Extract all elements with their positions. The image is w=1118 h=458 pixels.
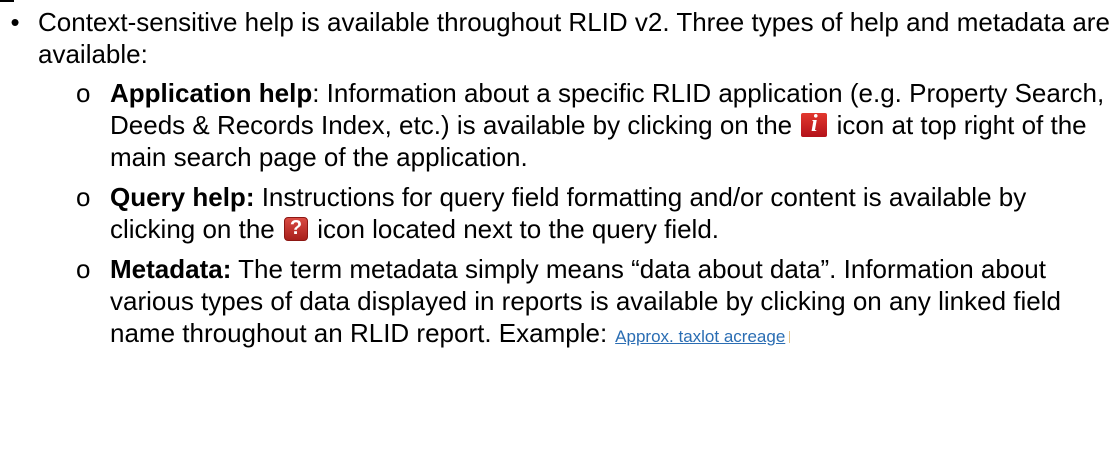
- list-item-query-help: o Query help: Instructions for query fie…: [0, 181, 1110, 245]
- list-item-application-help: o Application help: Information about a …: [0, 77, 1110, 173]
- info-icon: i: [801, 111, 828, 137]
- help-icon: ?: [283, 217, 308, 241]
- bullet-marker: •: [10, 7, 20, 37]
- example-field-link[interactable]: Approx. taxlot acreage: [615, 327, 785, 346]
- term-metadata: Metadata:: [110, 254, 232, 284]
- link-tail-mark: [789, 331, 791, 343]
- sub-bullet-marker: o: [76, 254, 91, 284]
- help-icon-glyph: ?: [289, 217, 303, 239]
- top-rule: [0, 0, 14, 2]
- help-types-list: o Application help: Information about a …: [0, 77, 1118, 353]
- metadata-text: The term metadata simply means “data abo…: [110, 254, 1061, 348]
- sub-bullet-marker: o: [76, 182, 91, 212]
- sub-bullet-marker: o: [76, 78, 91, 108]
- intro-paragraph: • Context-sensitive help is available th…: [0, 6, 1113, 70]
- term-query-help: Query help:: [110, 182, 255, 212]
- list-item-metadata: o Metadata: The term metadata simply mea…: [0, 253, 1110, 353]
- term-application-help: Application help: [110, 78, 313, 108]
- query-help-text-2: icon located next to the query field.: [309, 214, 720, 244]
- intro-text: Context-sensitive help is available thro…: [38, 7, 1110, 69]
- help-document: • Context-sensitive help is available th…: [0, 6, 1118, 361]
- info-icon-glyph: i: [811, 111, 818, 137]
